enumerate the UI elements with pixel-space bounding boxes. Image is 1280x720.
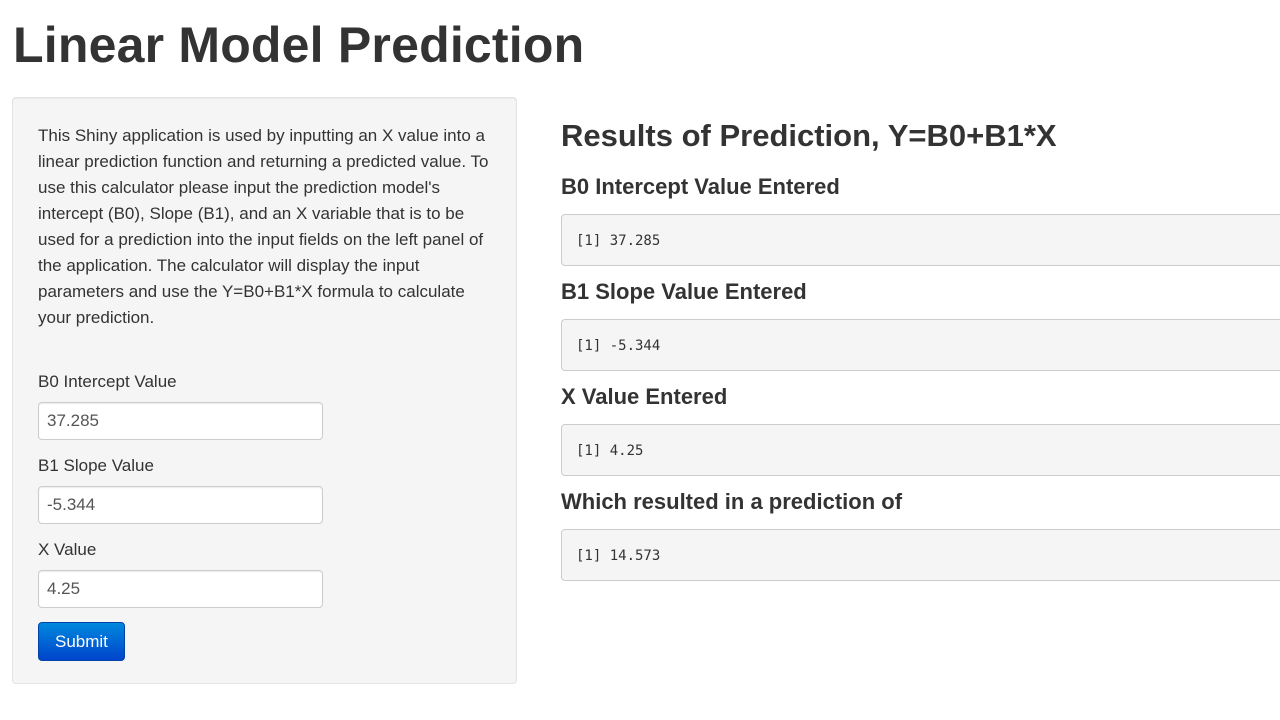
b0-input[interactable] <box>38 402 323 440</box>
x-input[interactable] <box>38 570 323 608</box>
sidebar-panel: This Shiny application is used by inputt… <box>12 97 517 684</box>
x-label: X Value <box>38 540 97 559</box>
results-panel: Results of Prediction, Y=B0+B1*X B0 Inte… <box>561 0 1280 720</box>
b1-label: B1 Slope Value <box>38 456 154 475</box>
prediction-result-heading: Which resulted in a prediction of <box>561 489 903 514</box>
prediction-result-output: [1] 14.573 <box>561 529 1280 581</box>
x-result-output: [1] 4.25 <box>561 424 1280 476</box>
b1-result-heading: B1 Slope Value Entered <box>561 279 807 304</box>
b1-field-group: B1 Slope Value <box>38 456 323 524</box>
page-title: Linear Model Prediction <box>13 17 585 73</box>
b0-result-heading: B0 Intercept Value Entered <box>561 174 840 199</box>
page: Linear Model Prediction This Shiny appli… <box>0 0 1280 720</box>
b0-field-group: B0 Intercept Value <box>38 372 323 440</box>
b1-input[interactable] <box>38 486 323 524</box>
submit-button[interactable]: Submit <box>38 622 125 661</box>
app-description: This Shiny application is used by inputt… <box>38 126 489 327</box>
results-title: Results of Prediction, Y=B0+B1*X <box>561 118 1057 153</box>
x-result-heading: X Value Entered <box>561 384 728 409</box>
x-field-group: X Value <box>38 540 323 608</box>
b0-label: B0 Intercept Value <box>38 372 177 391</box>
b0-result-output: [1] 37.285 <box>561 214 1280 266</box>
b1-result-output: [1] -5.344 <box>561 319 1280 371</box>
